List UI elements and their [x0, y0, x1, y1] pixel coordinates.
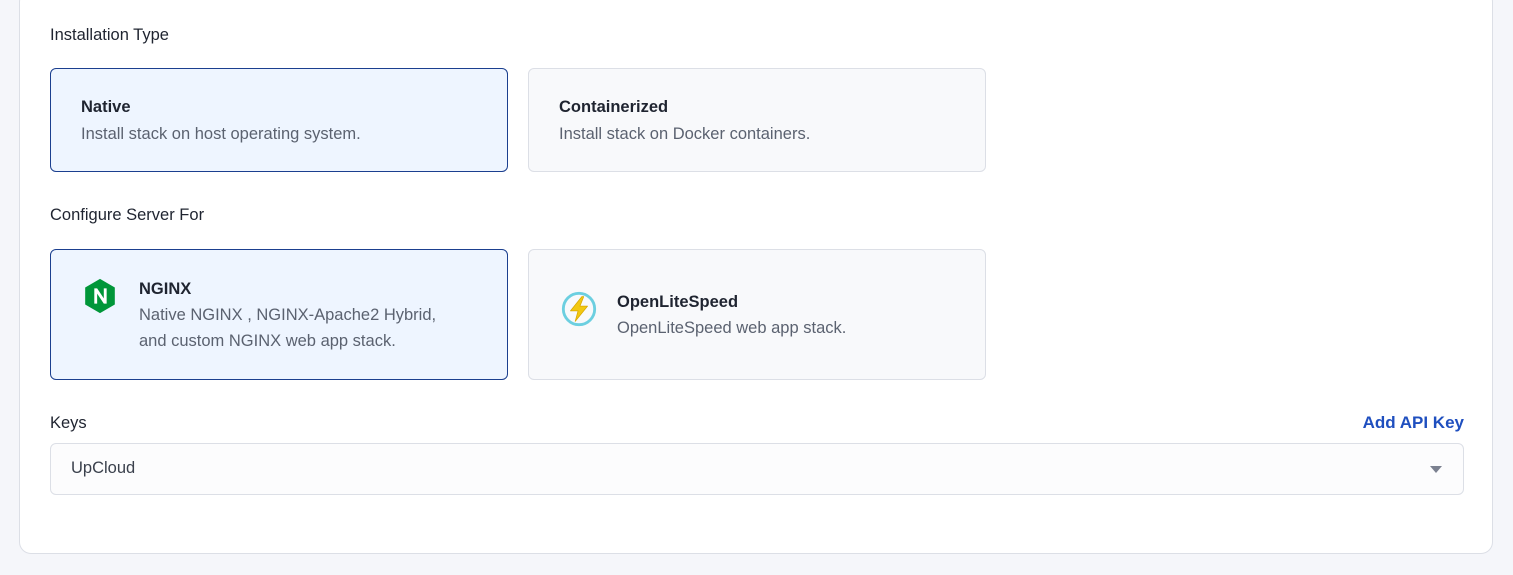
openlitespeed-logo-icon [561, 291, 597, 327]
server-option-openlitespeed[interactable]: OpenLiteSpeed OpenLiteSpeed web app stac… [528, 249, 986, 380]
option-title: NGINX [139, 280, 192, 298]
server-option-nginx[interactable]: NGINX Native NGINX , NGINX-Apache2 Hybri… [50, 249, 508, 380]
option-title: OpenLiteSpeed [617, 293, 739, 311]
option-description: Install stack on host operating system. [81, 125, 361, 143]
keys-label: Keys [50, 414, 87, 432]
installation-option-native[interactable]: Native Install stack on host operating s… [50, 68, 508, 172]
option-title: Containerized [559, 98, 669, 116]
option-description-line1: Native NGINX , NGINX-Apache2 Hybrid, [139, 306, 437, 324]
chevron-down-icon [1430, 466, 1442, 473]
option-description-line2: and custom NGINX web app stack. [139, 332, 396, 350]
keys-select-value: UpCloud [71, 459, 136, 477]
option-description: Install stack on Docker containers. [559, 125, 811, 143]
option-description: OpenLiteSpeed web app stack. [617, 319, 847, 337]
installation-option-containerized[interactable]: Containerized Install stack on Docker co… [528, 68, 986, 172]
installation-type-label: Installation Type [50, 26, 169, 44]
add-api-key-link[interactable]: Add API Key [1363, 413, 1464, 433]
nginx-logo-icon [85, 278, 115, 314]
option-title: Native [81, 98, 131, 116]
keys-select[interactable]: UpCloud [50, 443, 1464, 495]
configure-server-label: Configure Server For [50, 206, 205, 224]
